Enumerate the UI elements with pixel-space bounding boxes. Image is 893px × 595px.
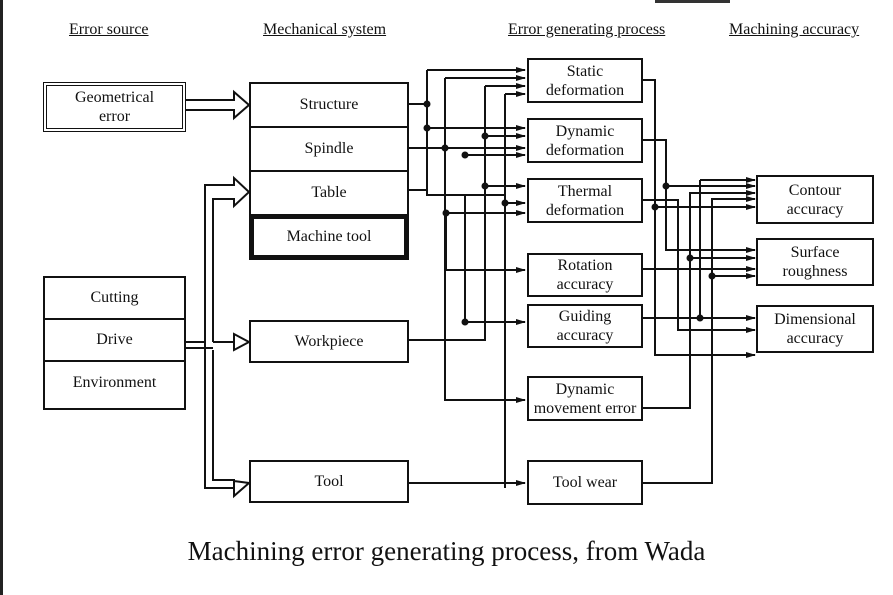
part-spindle: Spindle — [251, 128, 407, 172]
process-tool-wear: Tool wear — [527, 460, 643, 505]
figure-caption: Machining error generating process, from… — [187, 536, 706, 566]
geometrical-error-box: Geometrical error — [43, 82, 186, 132]
process-label-line1: Static — [566, 62, 604, 80]
accuracy-label-line1: Surface — [790, 244, 840, 261]
accuracy-label-line2: roughness — [782, 263, 848, 280]
accuracy-surface-roughness: Surface roughness — [756, 238, 874, 286]
process-static-deformation: Static deformation — [527, 58, 643, 103]
tool-box: Tool — [249, 460, 409, 503]
process-label-line1: Dynamic — [555, 122, 615, 140]
part-structure: Structure — [251, 84, 407, 128]
accuracy-contour: Contour accuracy — [756, 175, 874, 224]
process-label-line2: deformation — [545, 81, 625, 99]
process-label-line1: Guiding — [558, 308, 612, 325]
process-label-line1: Thermal — [557, 182, 613, 200]
machine-tool-stack: Structure Spindle Table Machine tool — [249, 82, 409, 260]
accuracy-dimensional: Dimensional accuracy — [756, 305, 874, 353]
arrow-sources-to-workpiece — [213, 332, 252, 352]
process-dynamic-deformation: Dynamic deformation — [527, 118, 643, 163]
process-label-line1: Rotation — [557, 257, 613, 274]
process-label-line2: movement error — [533, 399, 637, 417]
accuracy-label-line1: Dimensional — [774, 311, 856, 328]
accuracy-label-line2: accuracy — [786, 200, 844, 218]
process-rotation-accuracy: Rotation accuracy — [527, 253, 643, 297]
source-drive: Drive — [45, 320, 184, 362]
process-label-line2: deformation — [545, 201, 625, 219]
source-cutting: Cutting — [45, 278, 184, 320]
process-label-line2: accuracy — [556, 276, 614, 293]
process-label-line2: deformation — [545, 141, 625, 159]
process-thermal-deformation: Thermal deformation — [527, 178, 643, 223]
geometrical-error-label: Geometrical error — [74, 89, 155, 125]
source-environment: Environment — [72, 374, 157, 391]
process-label-line1: Tool wear — [552, 474, 618, 491]
arrow-sources-to-tool — [204, 342, 252, 499]
part-machine-tool: Machine tool — [251, 216, 407, 258]
process-label-line2: accuracy — [556, 327, 614, 344]
part-table: Table — [251, 172, 407, 216]
process-dynamic-movement-error: Dynamic movement error — [527, 376, 643, 421]
workpiece-box: Workpiece — [249, 320, 409, 363]
process-label-line1: Dynamic — [555, 380, 615, 398]
accuracy-label-line1: Contour — [788, 181, 842, 199]
arrow-geometrical-to-structure — [185, 89, 251, 121]
process-guiding-accuracy: Guiding accuracy — [527, 304, 643, 348]
arrow-sources-to-table — [185, 175, 251, 343]
error-source-group: Cutting Drive Environment — [43, 276, 186, 410]
accuracy-label-line2: accuracy — [786, 330, 844, 347]
